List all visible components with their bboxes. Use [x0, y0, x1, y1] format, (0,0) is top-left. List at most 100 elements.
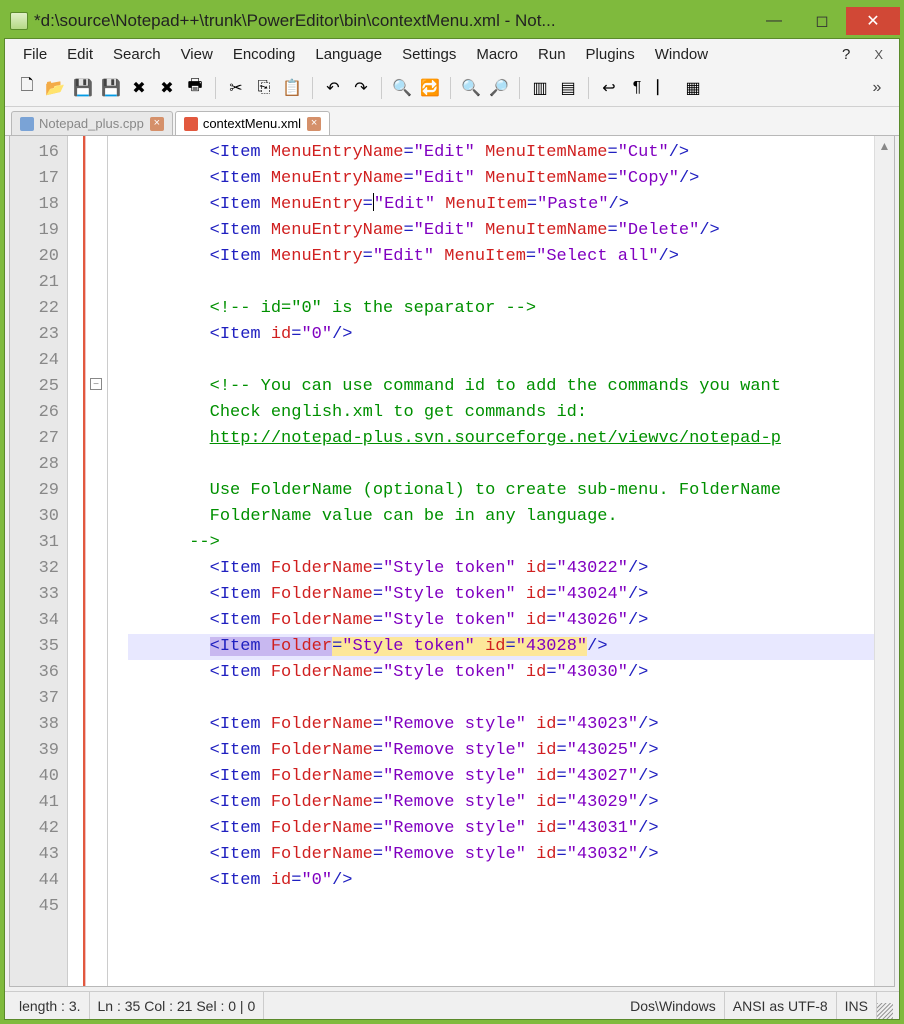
code-line[interactable]: <Item FolderName="Remove style" id="4302…: [128, 738, 874, 764]
line-number[interactable]: 21: [10, 270, 59, 296]
sync-h-icon[interactable]: ▤: [556, 76, 580, 100]
code-line[interactable]: <Item MenuEntryName="Edit" MenuItemName=…: [128, 140, 874, 166]
code-line[interactable]: <!-- You can use command id to add the c…: [128, 374, 874, 400]
line-number-gutter[interactable]: 1617181920212223242526272829303132333435…: [10, 136, 68, 986]
code-line[interactable]: [128, 348, 874, 374]
titlebar[interactable]: *d:\source\Notepad++\trunk\PowerEditor\b…: [4, 4, 900, 38]
code-line[interactable]: [128, 270, 874, 296]
code-line[interactable]: <Item FolderName="Remove style" id="4303…: [128, 842, 874, 868]
code-line[interactable]: <Item FolderName="Remove style" id="4302…: [128, 764, 874, 790]
line-number[interactable]: 41: [10, 790, 59, 816]
tab-close-icon[interactable]: ×: [150, 117, 164, 131]
code-line[interactable]: <!-- id="0" is the separator -->: [128, 296, 874, 322]
menu-plugins[interactable]: Plugins: [576, 42, 645, 67]
menu-encoding[interactable]: Encoding: [223, 42, 306, 67]
line-number[interactable]: 42: [10, 816, 59, 842]
line-number[interactable]: 40: [10, 764, 59, 790]
code-line[interactable]: <Item FolderName="Style token" id="43022…: [128, 556, 874, 582]
paste-icon[interactable]: 📋: [280, 76, 304, 100]
code-line[interactable]: <Item MenuEntry="Edit" MenuItem="Paste"/…: [128, 192, 874, 218]
menu-view[interactable]: View: [171, 42, 223, 67]
find-icon[interactable]: 🔍: [390, 76, 414, 100]
tab[interactable]: Notepad_plus.cpp×: [11, 111, 173, 135]
code-line[interactable]: <Item FolderName="Style token" id="43030…: [128, 660, 874, 686]
menu-file[interactable]: File: [13, 42, 57, 67]
code-line[interactable]: Use FolderName (optional) to create sub-…: [128, 478, 874, 504]
line-number[interactable]: 19: [10, 218, 59, 244]
menu-edit[interactable]: Edit: [57, 42, 103, 67]
code-line[interactable]: [128, 894, 874, 920]
code-line[interactable]: Check english.xml to get commands id:: [128, 400, 874, 426]
resize-grip-icon[interactable]: [877, 1003, 893, 1019]
save-all-icon[interactable]: 💾: [99, 76, 123, 100]
code-line[interactable]: <Item id="0"/>: [128, 322, 874, 348]
code-line[interactable]: <Item MenuEntryName="Edit" MenuItemName=…: [128, 218, 874, 244]
status-insert-mode[interactable]: INS: [837, 992, 877, 1019]
code-line[interactable]: <Item FolderName="Remove style" id="4302…: [128, 790, 874, 816]
close-document-button[interactable]: X: [866, 43, 891, 66]
print-icon[interactable]: 🖶: [183, 76, 207, 100]
code-line[interactable]: [128, 452, 874, 478]
line-number[interactable]: 17: [10, 166, 59, 192]
line-number[interactable]: 38: [10, 712, 59, 738]
vertical-scrollbar[interactable]: ▲: [874, 136, 894, 986]
doc-map-icon[interactable]: ▦: [681, 76, 705, 100]
open-file-icon[interactable]: 📂: [43, 76, 67, 100]
scroll-up-icon[interactable]: ▲: [875, 136, 894, 156]
line-number[interactable]: 16: [10, 140, 59, 166]
line-number[interactable]: 26: [10, 400, 59, 426]
bookmark-margin[interactable]: [68, 136, 86, 986]
code-line[interactable]: <Item MenuEntryName="Edit" MenuItemName=…: [128, 166, 874, 192]
code-line[interactable]: [128, 686, 874, 712]
line-number[interactable]: 30: [10, 504, 59, 530]
wrap-icon[interactable]: ↩: [597, 76, 621, 100]
cut-icon[interactable]: ✂: [224, 76, 248, 100]
code-line[interactable]: <Item FolderName="Remove style" id="4302…: [128, 712, 874, 738]
code-line[interactable]: FolderName value can be in any language.: [128, 504, 874, 530]
menu-settings[interactable]: Settings: [392, 42, 466, 67]
line-number[interactable]: 25: [10, 374, 59, 400]
line-number[interactable]: 23: [10, 322, 59, 348]
zoom-out-icon[interactable]: 🔎: [487, 76, 511, 100]
indent-guide-icon[interactable]: ⎸: [653, 76, 677, 100]
code-line[interactable]: http://notepad-plus.svn.sourceforge.net/…: [128, 426, 874, 452]
line-number[interactable]: 20: [10, 244, 59, 270]
menu-help[interactable]: ?: [832, 42, 860, 67]
line-number[interactable]: 22: [10, 296, 59, 322]
tab[interactable]: contextMenu.xml×: [175, 111, 330, 135]
line-number[interactable]: 32: [10, 556, 59, 582]
line-number[interactable]: 37: [10, 686, 59, 712]
close-button[interactable]: ✕: [846, 7, 900, 35]
show-chars-icon[interactable]: ¶: [625, 76, 649, 100]
line-number[interactable]: 24: [10, 348, 59, 374]
line-number[interactable]: 45: [10, 894, 59, 920]
fold-minus-icon[interactable]: −: [90, 378, 102, 390]
code-line[interactable]: <Item FolderName="Style token" id="43026…: [128, 608, 874, 634]
menu-run[interactable]: Run: [528, 42, 576, 67]
code-line[interactable]: <Item MenuEntry="Edit" MenuItem="Select …: [128, 244, 874, 270]
code-line[interactable]: <Item id="0"/>: [128, 868, 874, 894]
code-line[interactable]: <Item FolderName="Style token" id="43024…: [128, 582, 874, 608]
tab-close-icon[interactable]: ×: [307, 117, 321, 131]
menu-window[interactable]: Window: [645, 42, 718, 67]
replace-icon[interactable]: 🔁: [418, 76, 442, 100]
line-number[interactable]: 36: [10, 660, 59, 686]
minimize-button[interactable]: —: [750, 7, 798, 35]
menu-language[interactable]: Language: [305, 42, 392, 67]
code-line[interactable]: <Item FolderName="Remove style" id="4303…: [128, 816, 874, 842]
code-line[interactable]: -->: [128, 530, 874, 556]
line-number[interactable]: 44: [10, 868, 59, 894]
line-number[interactable]: 34: [10, 608, 59, 634]
code-line[interactable]: <Item Folder="Style token" id="43028"/>: [128, 634, 874, 660]
close-icon[interactable]: ✖: [127, 76, 151, 100]
line-number[interactable]: 35: [10, 634, 59, 660]
zoom-in-icon[interactable]: 🔍: [459, 76, 483, 100]
fold-margin[interactable]: −: [86, 136, 108, 986]
new-file-icon[interactable]: 🗋: [15, 76, 39, 100]
line-number[interactable]: 43: [10, 842, 59, 868]
line-number[interactable]: 29: [10, 478, 59, 504]
undo-icon[interactable]: ↶: [321, 76, 345, 100]
sync-v-icon[interactable]: ▥: [528, 76, 552, 100]
line-number[interactable]: 39: [10, 738, 59, 764]
menu-macro[interactable]: Macro: [466, 42, 528, 67]
